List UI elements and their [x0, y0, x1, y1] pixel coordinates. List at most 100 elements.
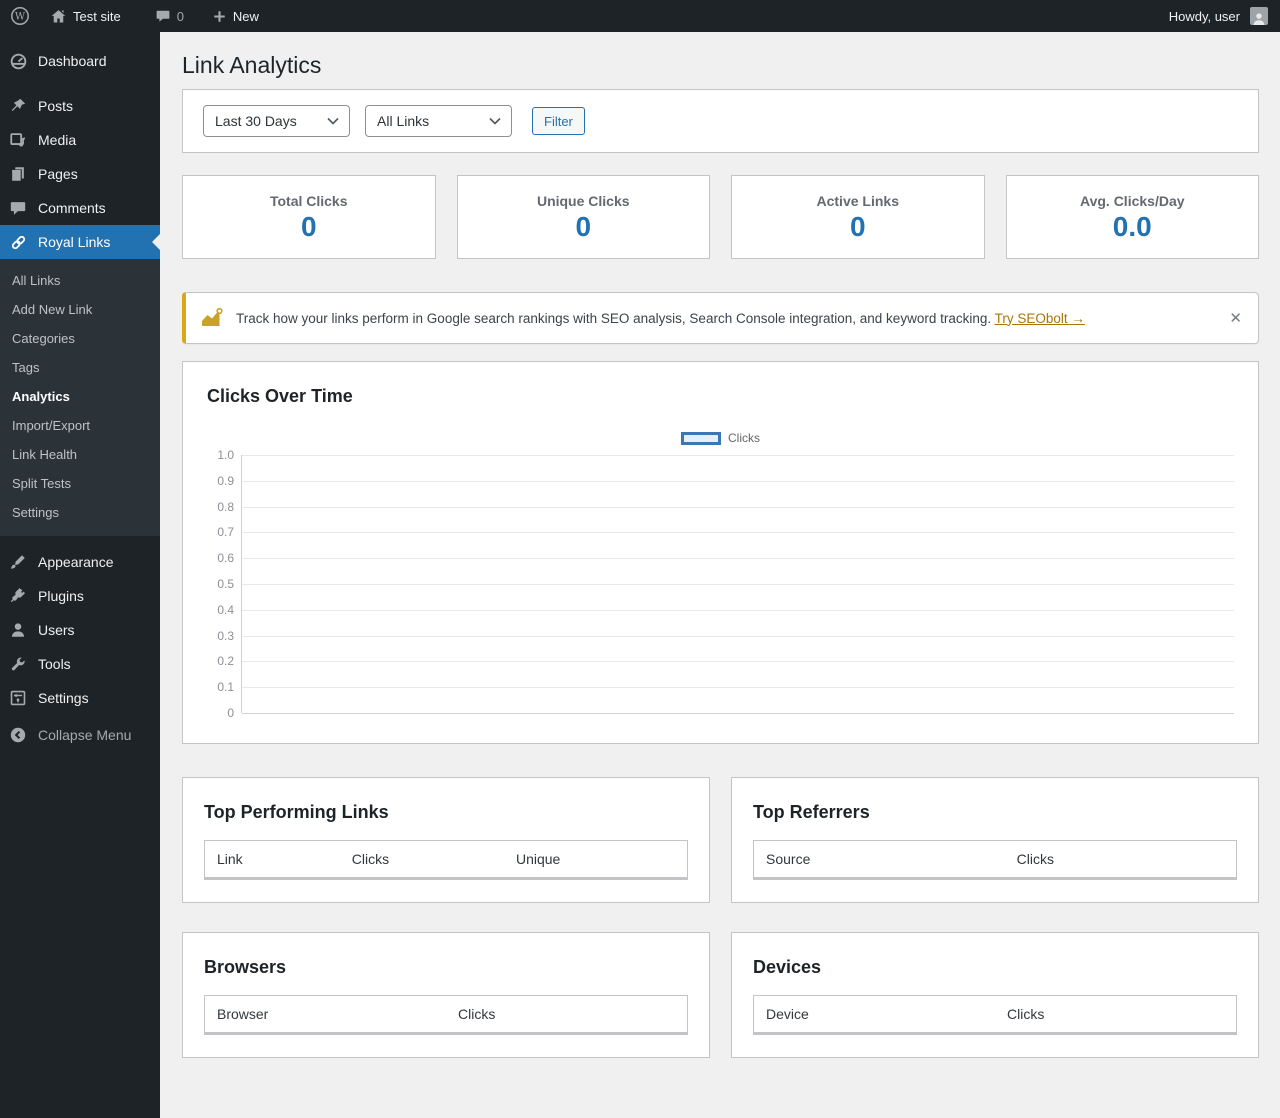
admin-footer: Thank you for creating with WordPress. V…: [182, 1087, 1259, 1118]
stat-label: Total Clicks: [193, 193, 425, 209]
comment-count: 0: [177, 9, 184, 24]
clicks-chart: 1.00.90.80.70.60.50.40.30.20.10: [207, 455, 1234, 719]
home-icon: [50, 8, 67, 25]
panel-title: Top Referrers: [753, 802, 1237, 823]
gridline: [242, 687, 1234, 688]
site-name-menu[interactable]: Test site: [40, 0, 131, 32]
y-tick-label: 0.5: [217, 577, 234, 591]
sidebar-item-dashboard[interactable]: Dashboard: [0, 44, 160, 78]
browsers-table: Browser Clicks: [204, 995, 688, 1035]
active-menu-pointer: [152, 234, 160, 250]
column-header: Clicks: [446, 996, 688, 1034]
notice-text: Track how your links perform in Google s…: [236, 311, 1085, 326]
panel-title: Top Performing Links: [204, 802, 688, 823]
sidebar-item-royal-links[interactable]: Royal Links: [0, 225, 160, 259]
admin-bar: W Test site 0 New Howdy, user: [0, 0, 1280, 32]
page-title: Link Analytics: [182, 48, 1259, 89]
notice-message: Track how your links perform in Google s…: [236, 311, 991, 326]
date-range-value: Last 30 Days: [215, 113, 297, 129]
gridline: [242, 584, 1234, 585]
royal-links-submenu: All Links Add New Link Categories Tags A…: [0, 259, 160, 536]
stat-value: 0: [193, 211, 425, 243]
devices-table: Device Clicks: [753, 995, 1237, 1035]
panels-row-2: Browsers Browser Clicks Devices Device C…: [182, 932, 1259, 1058]
sidebar-item-users[interactable]: Users: [0, 613, 160, 647]
notice-close-button[interactable]: ✕: [1227, 307, 1244, 329]
filter-bar: Last 30 Days All Links Filter: [182, 89, 1259, 153]
svg-text:W: W: [15, 12, 26, 23]
stat-card-unique-clicks: Unique Clicks 0: [457, 175, 711, 259]
gridline: [242, 636, 1234, 637]
sidebar-item-label: Posts: [38, 98, 73, 114]
gridline: [242, 455, 1234, 456]
stat-card-avg-clicks-day: Avg. Clicks/Day 0.0: [1006, 175, 1260, 259]
submenu-item-categories[interactable]: Categories: [0, 324, 160, 353]
column-header: Clicks: [995, 996, 1237, 1034]
y-tick-label: 0.4: [217, 603, 234, 617]
media-icon: [8, 130, 28, 150]
stats-row: Total Clicks 0 Unique Clicks 0 Active Li…: [182, 175, 1259, 259]
user-icon: [8, 620, 28, 640]
pushpin-icon: [8, 96, 28, 116]
submenu-item-add-new-link[interactable]: Add New Link: [0, 295, 160, 324]
sidebar-item-label: Tools: [38, 656, 71, 672]
chain-link-icon: [8, 232, 28, 252]
wordpress-logo-menu[interactable]: W: [0, 0, 40, 32]
gridline: [242, 610, 1234, 611]
sidebar-item-posts[interactable]: Posts: [0, 89, 160, 123]
column-header: Source: [754, 841, 1005, 879]
comments-icon: [8, 198, 28, 218]
collapse-arrow-icon: [8, 725, 28, 745]
column-header: Clicks: [1005, 841, 1237, 879]
referrers-table: Source Clicks: [753, 840, 1237, 880]
sidebar-item-label: Collapse Menu: [38, 727, 131, 743]
date-range-select[interactable]: Last 30 Days: [203, 105, 350, 137]
sidebar-item-label: Comments: [38, 200, 106, 216]
sidebar-item-tools[interactable]: Tools: [0, 647, 160, 681]
submenu-item-settings[interactable]: Settings: [0, 498, 160, 527]
sidebar-item-label: Appearance: [38, 554, 114, 570]
chart-title: Clicks Over Time: [207, 386, 1234, 407]
top-performing-links-panel: Top Performing Links Link Clicks Unique: [182, 777, 710, 903]
chart-legend[interactable]: Clicks: [207, 431, 1234, 445]
y-tick-label: 0.9: [217, 474, 234, 488]
clicks-over-time-card: Clicks Over Time Clicks 1.00.90.80.70.60…: [182, 361, 1259, 744]
sidebar-item-comments[interactable]: Comments: [0, 191, 160, 225]
stat-label: Unique Clicks: [468, 193, 700, 209]
legend-label: Clicks: [728, 431, 760, 445]
link-scope-select[interactable]: All Links: [365, 105, 512, 137]
new-content-menu[interactable]: New: [202, 0, 269, 32]
devices-panel: Devices Device Clicks: [731, 932, 1259, 1058]
gridline: [242, 713, 1234, 714]
top-referrers-panel: Top Referrers Source Clicks: [731, 777, 1259, 903]
stat-label: Active Links: [742, 193, 974, 209]
avatar: [1250, 7, 1268, 25]
sidebar-item-label: Users: [38, 622, 75, 638]
browsers-panel: Browsers Browser Clicks: [182, 932, 710, 1058]
comments-menu[interactable]: 0: [145, 0, 194, 32]
sidebar-item-media[interactable]: Media: [0, 123, 160, 157]
chart-trend-icon: [199, 306, 225, 330]
top-links-table: Link Clicks Unique: [204, 840, 688, 880]
submenu-item-link-health[interactable]: Link Health: [0, 440, 160, 469]
my-account-menu[interactable]: Howdy, user: [1159, 0, 1280, 32]
sidebar-item-pages[interactable]: Pages: [0, 157, 160, 191]
plug-icon: [8, 586, 28, 606]
y-tick-label: 0: [227, 706, 234, 720]
submenu-item-all-links[interactable]: All Links: [0, 266, 160, 295]
try-seobolt-link[interactable]: Try SEObolt →: [995, 311, 1085, 326]
chevron-down-icon: [489, 117, 501, 125]
y-tick-label: 0.2: [217, 654, 234, 668]
submenu-item-split-tests[interactable]: Split Tests: [0, 469, 160, 498]
submenu-item-tags[interactable]: Tags: [0, 353, 160, 382]
dashboard-icon: [8, 51, 28, 71]
stat-value: 0: [742, 211, 974, 243]
sidebar-item-plugins[interactable]: Plugins: [0, 579, 160, 613]
submenu-item-import-export[interactable]: Import/Export: [0, 411, 160, 440]
sidebar-item-collapse-menu[interactable]: Collapse Menu: [0, 718, 160, 752]
stat-card-total-clicks: Total Clicks 0: [182, 175, 436, 259]
sidebar-item-settings[interactable]: Settings: [0, 681, 160, 715]
submenu-item-analytics[interactable]: Analytics: [0, 382, 160, 411]
filter-button[interactable]: Filter: [532, 107, 585, 135]
sidebar-item-appearance[interactable]: Appearance: [0, 545, 160, 579]
